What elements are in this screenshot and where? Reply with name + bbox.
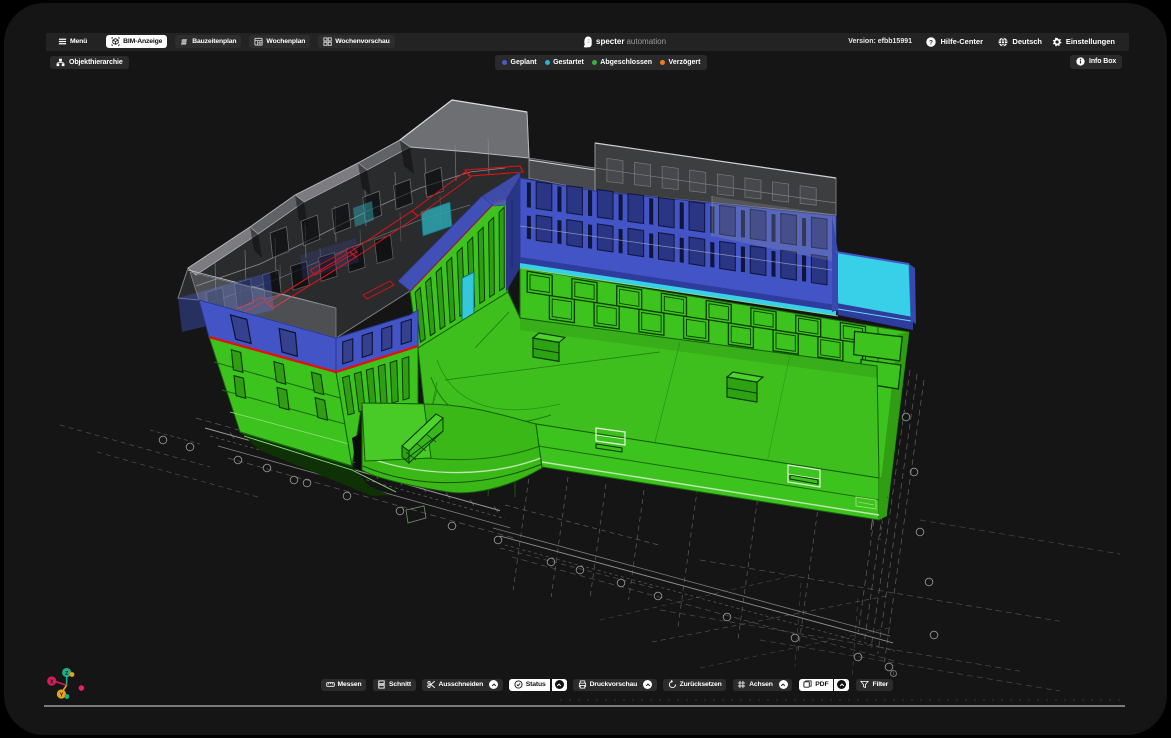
svg-text:Y: Y — [60, 692, 64, 698]
svg-text:?: ? — [929, 39, 933, 46]
svg-text:X: X — [50, 679, 54, 685]
